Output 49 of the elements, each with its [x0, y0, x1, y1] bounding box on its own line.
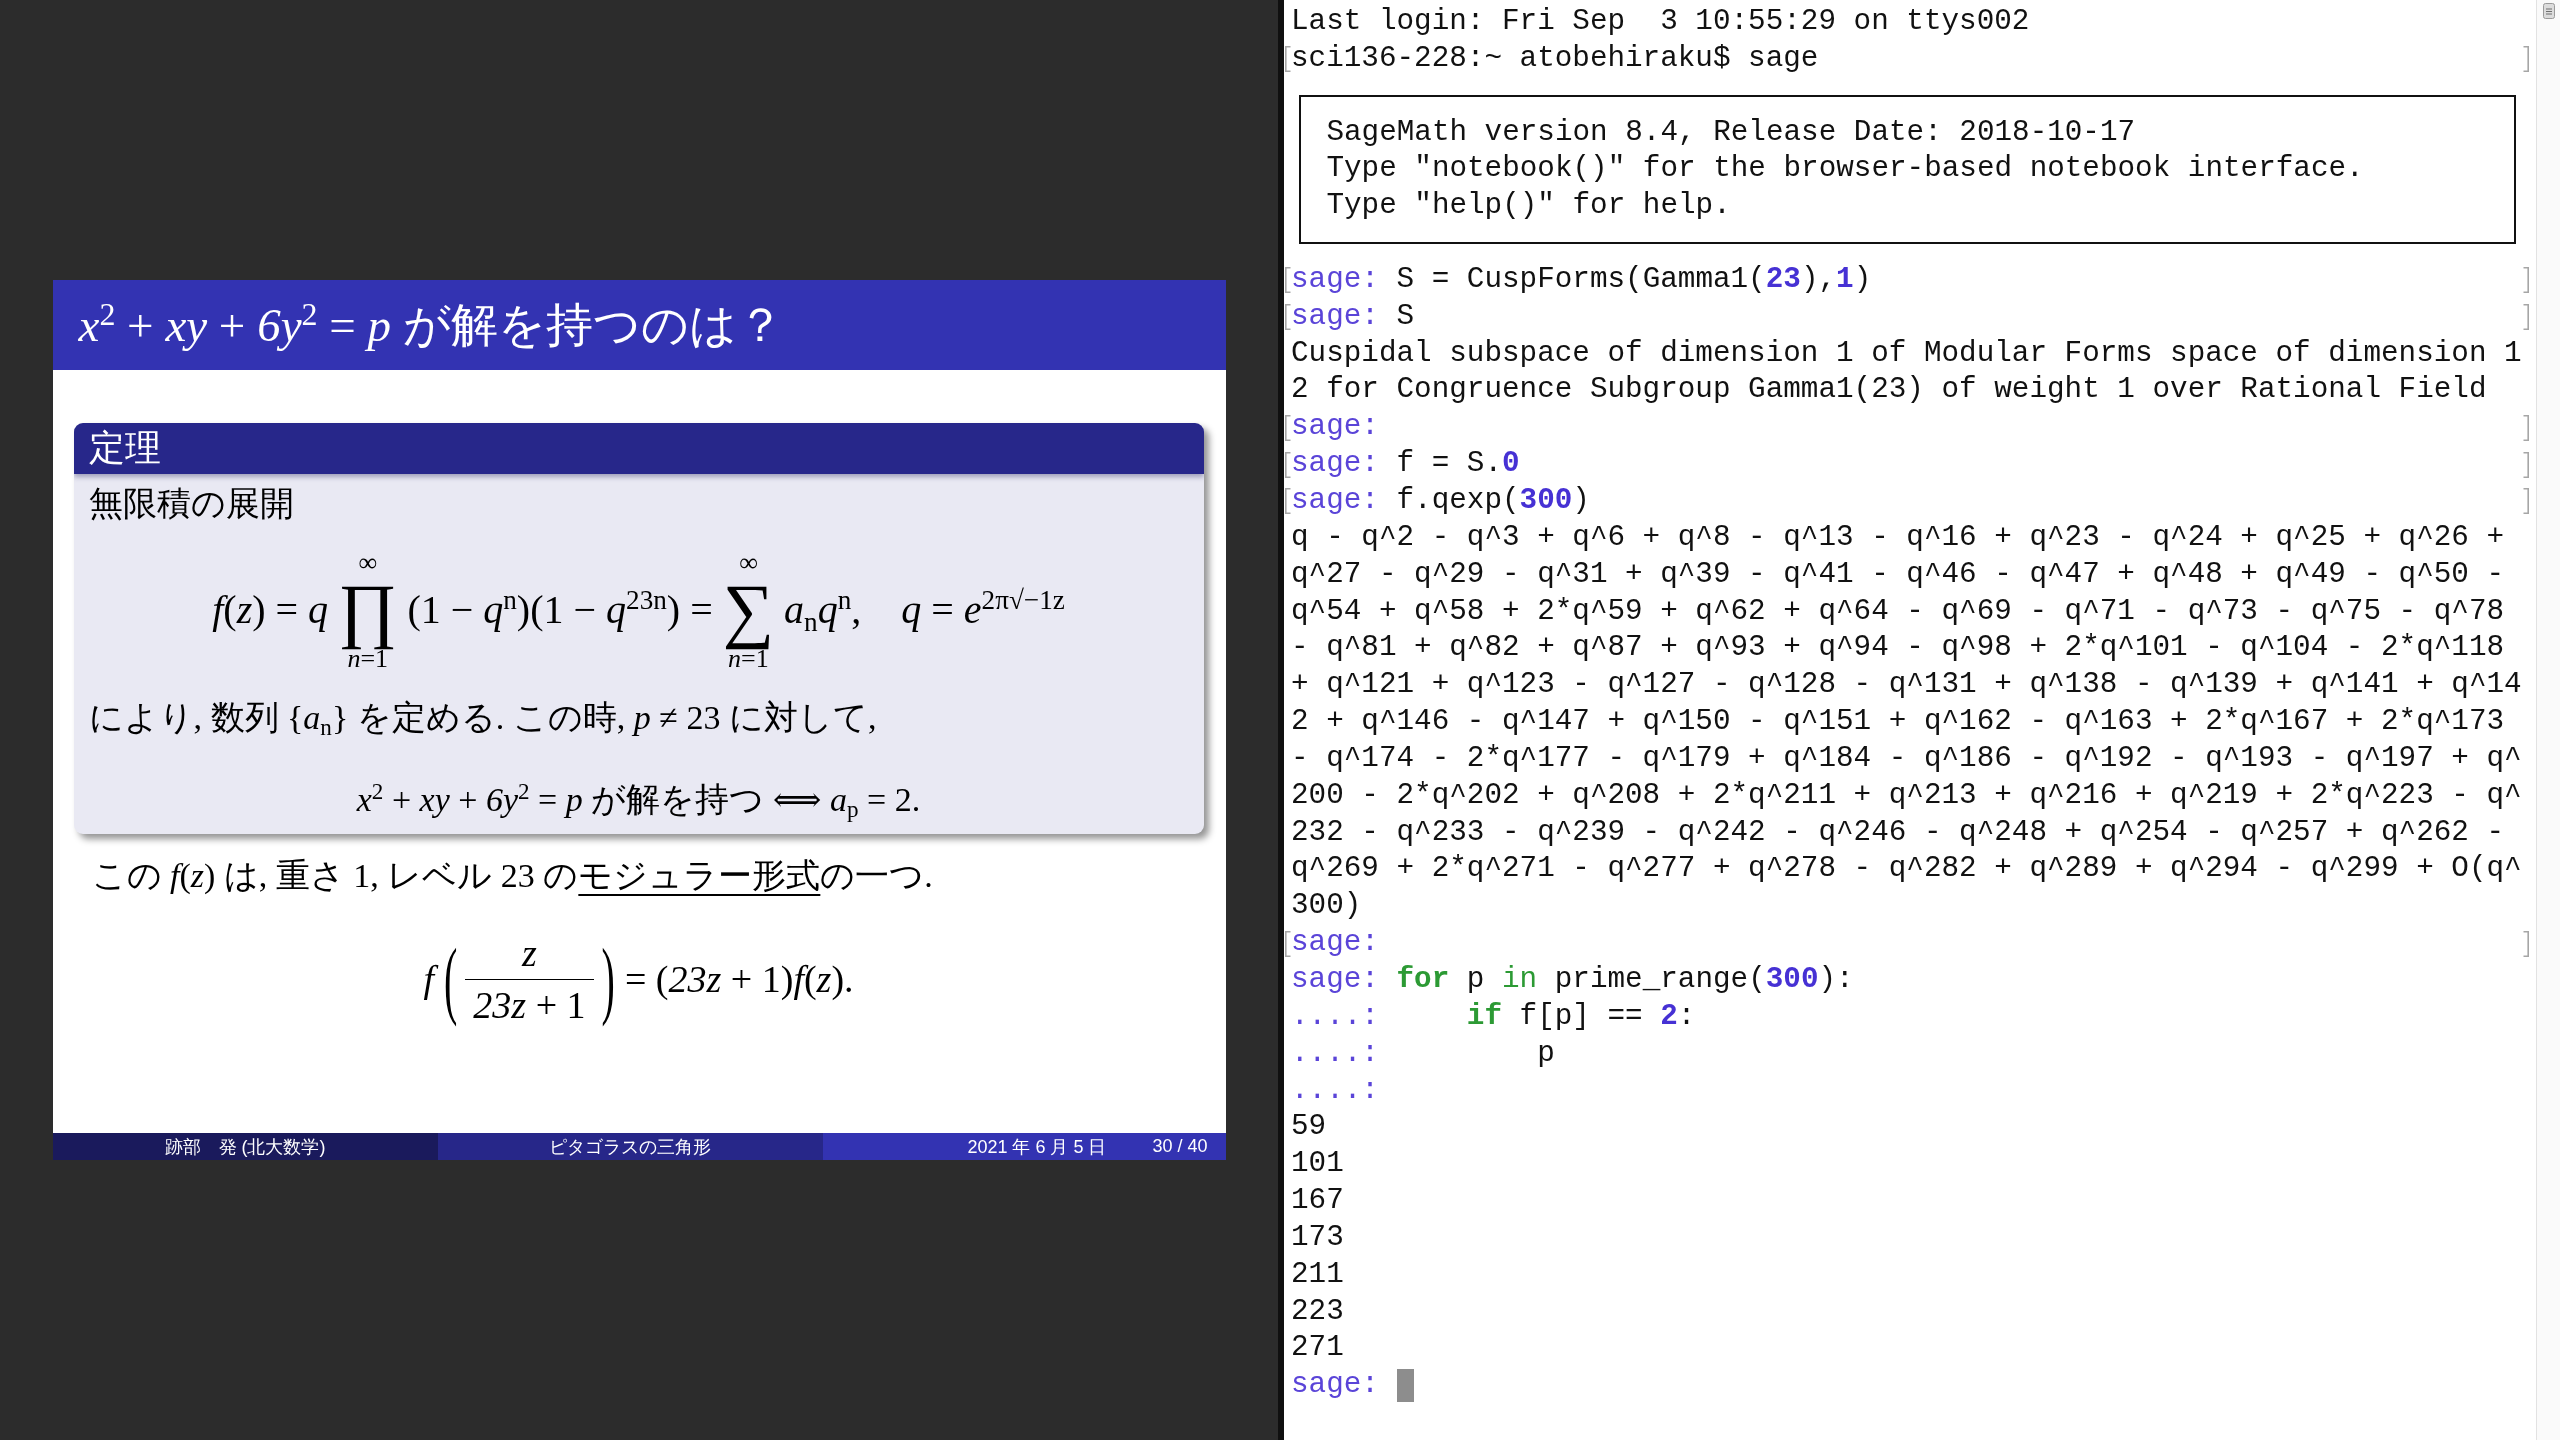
- banner-line: Type "help()" for help.: [1326, 188, 1731, 225]
- terminal-line: 2 for Congruence Subgroup Gamma1(23) of weight 1 over Rational Field: [1291, 372, 2487, 409]
- paragraph: により, 数列 {a$_{n}$} を定める. この時, p ≠ 23 に対して,: [88, 698, 877, 740]
- terminal-line: sage:: [1291, 1367, 1380, 1404]
- terminal-line: 300): [1291, 888, 1362, 925]
- terminal-line: 211: [1291, 1256, 1344, 1293]
- terminal-line: + q^121 + q^123 - q^127 - q^128 - q^131 + q^138 - q^139 + q^141 + q^14: [1291, 667, 2522, 704]
- footer-author: 跡部 発 (北大数学): [52, 1133, 438, 1160]
- block-text: 無限積の展開: [88, 484, 294, 524]
- terminal-line: sage:: [1291, 925, 1379, 962]
- terminal-line: q^54 + q^58 + 2*q^59 + q^62 + q^64 - q^69 - q^71 - q^73 - q^75 - q^78: [1291, 593, 2505, 630]
- terminal-line: sci136-228:~ atobehiraku$ sage: [1291, 40, 1819, 77]
- paragraph: この f(z) は, 重さ 1, レベル 23 のモジュラー形式の一つ.: [90, 856, 933, 896]
- terminal-line: 223: [1291, 1293, 1344, 1330]
- grip-icon[interactable]: [2542, 3, 2555, 19]
- terminal-line: sage: for p in prime_range(300):: [1291, 961, 1854, 998]
- terminal-line: 101: [1291, 1146, 1344, 1183]
- slide-title: x$^{2}$ + xy + 6y$^{2}$ = p が解を持つのは？: [78, 295, 784, 353]
- banner-line: Type "notebook()" for the browser-based notebook interface.: [1326, 151, 2364, 188]
- terminal-line: 2 + q^146 - q^147 + q^150 - q^151 + q^162 - q^163 + 2*q^167 + 2*q^173: [1291, 704, 2505, 741]
- terminal-line: sage: f.qexp(300): [1291, 483, 1590, 519]
- terminal-line: q^27 - q^29 - q^31 + q^39 - q^41 - q^46 - q^47 + q^48 + q^49 - q^50 -: [1291, 556, 2505, 593]
- terminal-line: sage: f = S.0: [1291, 446, 1520, 483]
- terminal-line: ....: p: [1291, 1035, 1555, 1072]
- terminal-line: 232 - q^233 - q^239 - q^242 - q^246 - q^248 + q^254 - q^257 + q^262 -: [1291, 814, 2505, 851]
- date-label: 2021 年 6 月 5 日: [967, 1135, 1107, 1159]
- page-number: 30 / 40: [1152, 1136, 1208, 1157]
- math-formula: f(z) = q ∞ ∏ n=1 (1 − q$^{n}$)(1 − q$^{23n}$) = ∞ ∑ n=1 a$_{n}$q$^{n}$, q = e$^{2π√−1z}$: [212, 549, 1065, 672]
- terminal-line: q^269 + 2*q^271 - q^277 + q^278 - q^282 + q^289 + q^294 - q^299 + O(q^: [1291, 851, 2522, 888]
- terminal-line: 173: [1291, 1219, 1344, 1256]
- terminal-line: 271: [1291, 1330, 1344, 1367]
- terminal-line: 200 - 2*q^202 + q^208 + 2*q^211 + q^213 + q^216 + q^219 + 2*q^223 - q^: [1291, 777, 2522, 814]
- terminal-line: sage: S = CuspForms(Gamma1(23),1): [1291, 261, 1872, 298]
- terminal-line: - q^174 - 2*q^177 - q^179 + q^184 - q^186 - q^192 - q^193 - q^197 + q^: [1291, 740, 2522, 777]
- footer-title: ピタゴラスの三角形: [437, 1133, 823, 1160]
- term-link[interactable]: モジュラー形式: [578, 857, 821, 894]
- terminal-line: sage:: [1291, 409, 1379, 446]
- terminal-line: 167: [1291, 1183, 1344, 1220]
- terminal-line: Last login: Fri Sep 3 10:55:29 on ttys002: [1291, 4, 2030, 40]
- terminal-line: ....:: [1291, 1072, 1379, 1109]
- terminal-line: ....: if f[p] == 2:: [1291, 998, 1696, 1035]
- terminal-line: 59: [1291, 1109, 1327, 1146]
- math-formula: x$^{2}$ + xy + 6y$^{2}$ = p が解を持つ ⟺ a$_{p}$ = 2.: [356, 778, 921, 822]
- banner-line: SageMath version 8.4, Release Date: 2018-10-17: [1326, 114, 2136, 151]
- terminal-line: q - q^2 - q^3 + q^6 + q^8 - q^13 - q^16 + q^23 - q^24 + q^25 + q^26 +: [1291, 519, 2505, 556]
- block-title: 定理: [88, 427, 161, 470]
- terminal-line: Cuspidal subspace of dimension 1 of Modular Forms space of dimension 1: [1291, 335, 2522, 372]
- terminal-line: sage: S: [1291, 298, 1415, 335]
- terminal-line: - q^81 + q^82 + q^87 + q^93 + q^94 - q^98 + 2*q^101 - q^104 - 2*q^118: [1291, 630, 2505, 667]
